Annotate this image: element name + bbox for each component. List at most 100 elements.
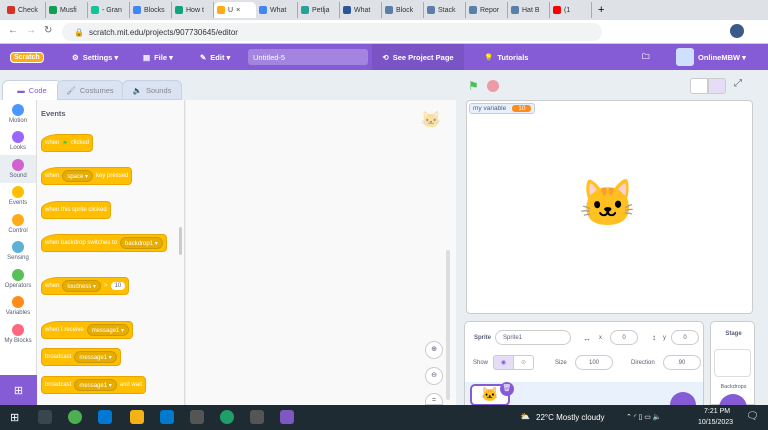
sensor-dropdown[interactable]: loudness ▾: [62, 280, 102, 292]
add-extension-button[interactable]: ⊞: [0, 375, 37, 405]
see-project-page-button[interactable]: ⟲ See Project Page: [372, 44, 464, 70]
settings-menu[interactable]: ⚙ Settings ▾: [72, 44, 118, 70]
message-dropdown[interactable]: message1 ▾: [74, 351, 117, 363]
url-input[interactable]: 🔒 scratch.mit.edu/projects/907730645/edit…: [62, 23, 602, 41]
browser-tab[interactable]: Petlja: [298, 2, 340, 18]
browser-tab[interactable]: Hat B: [508, 2, 550, 18]
browser-tab[interactable]: U ×: [214, 2, 256, 18]
block-when-key-pressed[interactable]: when space ▾ key pressed: [41, 167, 133, 185]
message-dropdown[interactable]: message1 ▾: [86, 324, 130, 336]
category-my-blocks[interactable]: My Blocks: [0, 320, 36, 348]
block-when-sprite-clicked[interactable]: when this sprite clicked: [41, 201, 111, 219]
stage-thumbnail[interactable]: [714, 349, 751, 377]
stage[interactable]: my variable 10 🐱: [466, 100, 753, 314]
browser-tab[interactable]: Musfi: [46, 2, 88, 18]
zoom-in-icon[interactable]: ⊕: [425, 341, 443, 359]
browser-tab[interactable]: - Gran: [88, 2, 130, 18]
block-when-backdrop-switches[interactable]: when backdrop switches to backdrop1 ▾: [41, 234, 167, 252]
store-icon[interactable]: [190, 410, 204, 424]
tab-sounds[interactable]: 🔈 Sounds: [122, 80, 182, 100]
visual-studio-icon[interactable]: [280, 410, 294, 424]
windows-start-icon[interactable]: ⊞: [10, 411, 19, 424]
clock-date[interactable]: 10/15/2023: [698, 419, 733, 426]
sprite-cat[interactable]: 🐱: [579, 176, 636, 231]
browser-tab[interactable]: Block: [382, 2, 424, 18]
vscode-icon[interactable]: [160, 410, 174, 424]
browser-tab[interactable]: Check: [4, 2, 46, 18]
script-area[interactable]: 🐱 ⊕ ⊖ =: [186, 100, 456, 405]
file-menu[interactable]: ▤ File ▾: [143, 44, 173, 70]
message-dropdown[interactable]: message1 ▾: [74, 379, 117, 391]
palette-scrollbar[interactable]: [179, 227, 182, 255]
browser-tab[interactable]: How t: [172, 2, 214, 18]
category-sound[interactable]: Sound: [0, 155, 36, 183]
favicon-icon: [7, 6, 15, 14]
browser-tab[interactable]: (1: [550, 2, 592, 18]
my-stuff-icon[interactable]: 🗀: [642, 44, 650, 70]
profile-avatar[interactable]: [730, 24, 744, 38]
show-hidden-icon[interactable]: ⊘: [513, 355, 534, 370]
category-motion[interactable]: Motion: [0, 100, 36, 128]
direction-input[interactable]: 90: [663, 355, 701, 370]
edge-icon[interactable]: [220, 410, 234, 424]
block-when-i-receive[interactable]: when I receive message1 ▾: [41, 321, 134, 339]
script-scrollbar[interactable]: [446, 250, 450, 400]
new-tab-button[interactable]: +: [598, 4, 604, 16]
category-sensing[interactable]: Sensing: [0, 238, 36, 266]
reload-icon[interactable]: ↻: [44, 25, 52, 36]
normal-stage-icon[interactable]: [708, 78, 726, 94]
browser-tab[interactable]: Stack: [424, 2, 466, 18]
category-control[interactable]: Control: [0, 210, 36, 238]
account-menu[interactable]: OnlineMBW ▾: [676, 44, 746, 70]
category-variables[interactable]: Variables: [0, 293, 36, 321]
tab-costumes[interactable]: 🖌 Costumes: [57, 80, 123, 100]
scratch-logo[interactable]: Scratch: [10, 51, 44, 63]
favicon-icon: [385, 6, 393, 14]
small-stage-icon[interactable]: [690, 78, 708, 94]
size-input[interactable]: 100: [575, 355, 613, 370]
browser-tab[interactable]: Blocks: [130, 2, 172, 18]
mail-icon[interactable]: [98, 410, 112, 424]
edit-menu[interactable]: ✎ Edit ▾: [200, 44, 230, 70]
block-broadcast-and-wait[interactable]: broadcast message1 ▾ and wait: [41, 376, 147, 394]
browser-tab[interactable]: Repor: [466, 2, 508, 18]
fullscreen-icon[interactable]: ⤢: [734, 78, 742, 89]
browser-tab[interactable]: What: [256, 2, 298, 18]
zoom-out-icon[interactable]: ⊖: [425, 367, 443, 385]
trash-icon[interactable]: 🗑: [500, 382, 514, 396]
category-events[interactable]: Events: [0, 183, 36, 211]
weather-text[interactable]: 22°C Mostly cloudy: [536, 413, 605, 422]
block-broadcast[interactable]: broadcast message1 ▾: [41, 348, 121, 366]
pencil-icon: ✎: [200, 52, 207, 62]
notifications-icon[interactable]: 🗨: [746, 411, 759, 422]
close-tab-icon[interactable]: ×: [236, 7, 240, 14]
tutorials-button[interactable]: 💡 Tutorials: [484, 44, 528, 70]
tab-code[interactable]: ▬ Code: [2, 80, 62, 100]
variable-monitor[interactable]: my variable 10: [469, 103, 536, 114]
zoom-reset-icon[interactable]: =: [425, 393, 443, 405]
block-when-flag-clicked[interactable]: when ⚑ clicked: [41, 134, 94, 152]
project-title-input[interactable]: Untitled-5: [248, 49, 368, 65]
x-input[interactable]: 0: [610, 330, 638, 345]
app-icon[interactable]: [250, 410, 264, 424]
forward-icon[interactable]: →: [26, 25, 36, 36]
stage-target-pane[interactable]: Stage Backdrops: [710, 321, 755, 408]
green-flag-icon[interactable]: ⚑: [468, 79, 479, 93]
block-when-loudness[interactable]: when loudness ▾ >10: [41, 277, 130, 295]
category-looks[interactable]: Looks: [0, 128, 36, 156]
file-explorer-icon[interactable]: [130, 410, 144, 424]
chrome-icon[interactable]: [68, 410, 82, 424]
stop-icon[interactable]: [487, 80, 499, 92]
value-input[interactable]: 10: [110, 282, 126, 290]
back-icon[interactable]: ←: [8, 25, 18, 36]
backdrop-dropdown[interactable]: backdrop1 ▾: [120, 237, 163, 249]
clock-time[interactable]: 7:21 PM: [704, 408, 730, 415]
browser-tab[interactable]: What: [340, 2, 382, 18]
sprite-name-input[interactable]: Sprite1: [495, 330, 571, 345]
y-input[interactable]: 0: [671, 330, 699, 345]
key-dropdown[interactable]: space ▾: [62, 170, 94, 182]
system-tray-icons[interactable]: ⌃ ◜ ▯ ▭ 🔈: [626, 413, 662, 421]
show-visible-icon[interactable]: ◉: [493, 355, 514, 370]
task-view-icon[interactable]: [38, 410, 52, 424]
category-operators[interactable]: Operators: [0, 265, 36, 293]
